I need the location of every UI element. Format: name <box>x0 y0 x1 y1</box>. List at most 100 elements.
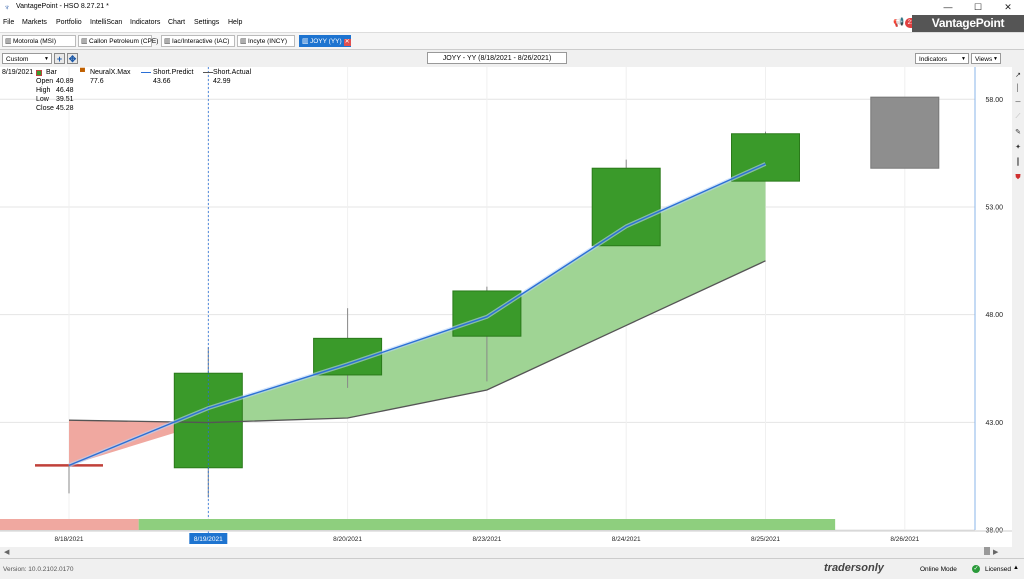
maximize-button[interactable]: ☐ <box>963 0 993 15</box>
tab-label: Iac/Interactive (IAC) <box>172 38 230 45</box>
predict-legend-icon <box>141 72 151 73</box>
shield-icon[interactable]: ⛊ <box>1012 172 1024 184</box>
trendline-icon[interactable]: ⟋ <box>1012 111 1024 123</box>
tab-joyy[interactable]: ▥JOYY (YY) ✕ <box>299 35 351 47</box>
legend-high-label: High <box>36 87 51 94</box>
legend-open-value: 40.89 <box>56 78 74 85</box>
strength-bar-bull <box>138 519 836 530</box>
layout-select-value: Custom <box>6 56 29 63</box>
scroll-left-icon[interactable]: ◀ <box>4 548 9 556</box>
tradersonly-logo: tradersonly <box>824 562 884 574</box>
app-logo-icon: ♆ <box>4 3 10 12</box>
horizontal-line-icon[interactable]: ─ <box>1012 97 1024 109</box>
actual-legend-icon <box>203 72 213 73</box>
y-tick-label: 53.00 <box>985 204 1003 211</box>
menu-indicators[interactable]: Indicators <box>130 19 160 26</box>
legend-low-label: Low <box>36 96 49 103</box>
legend-high-value: 46.48 <box>56 87 74 94</box>
title-bar: ♆ VantagePoint - HSO 8.27.21 * — ☐ ✕ <box>0 0 1024 15</box>
chart-icon: ▥ <box>164 38 171 45</box>
menu-help[interactable]: Help <box>228 19 242 26</box>
indicators-select[interactable]: Indicators ▼ <box>915 53 969 64</box>
y-tick-label: 58.00 <box>985 97 1003 104</box>
eraser-icon[interactable]: ✎ <box>1012 127 1024 139</box>
views-select[interactable]: Views ▼ <box>971 53 1001 64</box>
legend-predict-label: Short.Predict <box>153 69 194 76</box>
tab-incyte[interactable]: ▥Incyte (INCY) <box>237 35 295 47</box>
tab-callon-petroleum[interactable]: ▥Callon Petroleum (CPE) <box>78 35 158 47</box>
menu-bar: File Markets Portfolio IntelliScan Indic… <box>0 15 1024 33</box>
pin-icon[interactable]: ✦ <box>1012 142 1024 154</box>
legend-predict-value: 43.66 <box>153 78 171 85</box>
license-text: Licensed <box>985 566 1012 573</box>
chart-title[interactable]: JOYY - YY (8/18/2021 - 8/26/2021) <box>427 52 567 64</box>
tab-label: Incyte (INCY) <box>248 38 288 45</box>
chevron-down-icon: ▼ <box>44 56 49 62</box>
menu-file[interactable]: File <box>3 19 14 26</box>
legend-close-label: Close <box>36 105 54 112</box>
legend-neural-value: 77.6 <box>90 78 104 85</box>
status-bar: Version: 10.0.2102.0170 tradersonly Onli… <box>0 558 1024 579</box>
chart-icon: ▥ <box>302 38 309 45</box>
tab-label: Callon Petroleum (CPE) <box>89 38 159 45</box>
neural-legend-icon: ▀ <box>80 69 85 76</box>
window-title: VantagePoint - HSO 8.27.21 * <box>16 3 109 10</box>
x-tick-label: 8/24/2021 <box>612 536 641 543</box>
check-icon: ✓ <box>972 565 980 573</box>
menu-chart[interactable]: Chart <box>168 19 185 26</box>
tab-label: Motorola (MSI) <box>13 38 56 45</box>
minimize-button[interactable]: — <box>933 0 963 15</box>
x-tick-label: 8/19/2021 <box>194 536 223 543</box>
y-tick-label: 48.00 <box>985 312 1003 319</box>
candle-body <box>591 167 661 247</box>
menu-intelliscan[interactable]: IntelliScan <box>90 19 122 26</box>
scroll-thumb[interactable] <box>984 547 990 555</box>
bar-legend-icon <box>36 70 42 76</box>
menu-settings[interactable]: Settings <box>194 19 219 26</box>
menu-markets[interactable]: Markets <box>22 19 47 26</box>
vertical-line-icon[interactable]: │ <box>1012 83 1024 95</box>
tab-label: JOYY (YY) <box>310 38 342 45</box>
legend-low-value: 39.51 <box>56 96 74 103</box>
close-tab-icon[interactable]: ✕ <box>343 39 351 46</box>
x-tick-label: 8/18/2021 <box>55 536 84 543</box>
chevron-up-icon[interactable]: ▲ <box>1013 565 1019 571</box>
y-tick-label: 43.00 <box>985 420 1003 427</box>
legend-neural-label: NeuralX.Max <box>90 69 131 76</box>
x-tick-label: 8/20/2021 <box>333 536 362 543</box>
megaphone-icon[interactable]: 📢 <box>893 17 904 28</box>
x-tick-label: 8/23/2021 <box>472 536 501 543</box>
add-chart-button[interactable]: + <box>54 53 65 64</box>
close-button[interactable]: ✕ <box>993 0 1023 15</box>
scroll-right-icon[interactable]: ▶ <box>993 548 998 556</box>
chart-legend: 8/19/2021 Bar Open 40.89 High 46.48 Low … <box>2 69 213 119</box>
layout-select[interactable]: Custom ▼ <box>2 53 52 64</box>
legend-actual-value: 42.99 <box>213 78 231 85</box>
tab-motorola[interactable]: ▥Motorola (MSI) <box>2 35 76 47</box>
cursor-icon[interactable]: ↗ <box>1012 70 1024 82</box>
x-tick-label: 8/25/2021 <box>751 536 780 543</box>
chart-icon: ▥ <box>81 38 88 45</box>
price-chart[interactable]: 38.0043.0048.0053.0058.008/18/2021 8/19/2… <box>0 67 1012 547</box>
strength-bar-bear <box>0 519 139 530</box>
legend-open-label: Open <box>36 78 54 85</box>
legend-bar-label: Bar <box>46 69 57 76</box>
version-text: Version: 10.0.2102.0170 <box>3 566 74 573</box>
tab-iac-interactive[interactable]: ▥Iac/Interactive (IAC) <box>161 35 235 47</box>
tab-bar: ▥Motorola (MSI) ▥Callon Petroleum (CPE) … <box>0 33 1024 50</box>
chevron-down-icon: ▼ <box>961 56 966 62</box>
x-tick-label: 8/26/2021 <box>890 536 919 543</box>
menu-portfolio[interactable]: Portfolio <box>56 19 82 26</box>
forecast-bar <box>870 96 940 169</box>
ruler-icon[interactable]: ┃ <box>1012 157 1024 169</box>
views-select-value: Views <box>975 56 993 63</box>
candle-body <box>452 290 522 337</box>
chevron-down-icon: ▼ <box>993 56 998 62</box>
chart-plot-area[interactable]: 38.00 43.00 48.00 53.00 58.00 8/18/2021 8/19/2… <box>0 67 1012 547</box>
brand-logo: VantagePoint <box>912 15 1024 32</box>
chart-icon: ▥ <box>240 38 247 45</box>
move-chart-button[interactable]: ✥ <box>67 53 78 64</box>
legend-actual-label: Short.Actual <box>213 69 252 76</box>
online-mode-text: Online Mode <box>920 566 957 573</box>
chart-icon: ▥ <box>5 38 12 45</box>
